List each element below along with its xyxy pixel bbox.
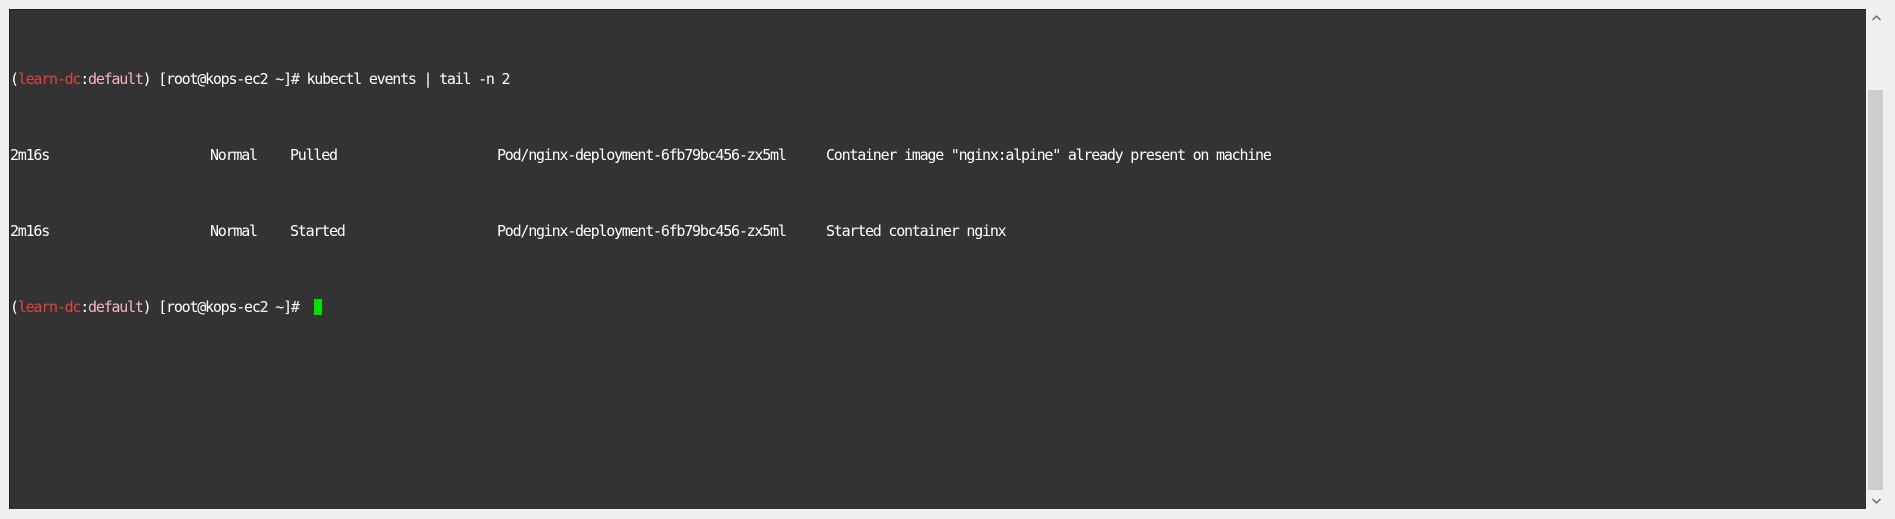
prompt-user-host: [root@kops-ec2 ~]# [150, 298, 307, 316]
event-reason: Pulled [290, 146, 338, 164]
event-object: Pod/nginx-deployment-6fb79bc456-zx5ml [497, 222, 787, 240]
terminal-window: (learn-dc:default) [root@kops-ec2 ~]# ku… [0, 0, 1895, 519]
event-message: Started container nginx [826, 222, 1007, 240]
prompt-separator: : [80, 298, 89, 316]
event-reason: Started [290, 222, 346, 240]
prompt-cluster: learn-dc [17, 298, 82, 316]
event-last-seen: 2m16s [10, 146, 50, 164]
event-row: 2m16s Normal Pulled Pod/nginx-deployment… [10, 146, 1866, 165]
prompt-namespace: default [88, 298, 144, 316]
event-type: Normal [210, 146, 258, 164]
vertical-scrollbar[interactable] [1867, 9, 1885, 509]
command-text: kubectl events | tail -n 2 [306, 70, 510, 88]
terminal-cursor [314, 299, 323, 315]
event-object: Pod/nginx-deployment-6fb79bc456-zx5ml [497, 146, 787, 164]
prompt-namespace: default [88, 70, 144, 88]
prompt-line: (learn-dc:default) [root@kops-ec2 ~]# [10, 298, 1866, 317]
chevron-down-icon[interactable] [1867, 492, 1885, 509]
terminal-area[interactable]: (learn-dc:default) [root@kops-ec2 ~]# ku… [9, 9, 1866, 509]
event-message: Container image "nginx:alpine" already p… [826, 146, 1272, 164]
event-last-seen: 2m16s [10, 222, 50, 240]
event-row: 2m16s Normal Started Pod/nginx-deploymen… [10, 222, 1866, 241]
scrollbar-thumb[interactable] [1868, 90, 1883, 490]
terminal-screen: (learn-dc:default) [root@kops-ec2 ~]# ku… [10, 13, 1866, 374]
prompt-open-paren: ( [10, 298, 19, 316]
command-line: (learn-dc:default) [root@kops-ec2 ~]# ku… [10, 70, 1866, 89]
prompt-separator: : [80, 70, 89, 88]
prompt-open-paren: ( [10, 70, 19, 88]
chevron-up-icon[interactable] [1867, 9, 1885, 26]
prompt-cluster: learn-dc [17, 70, 82, 88]
event-type: Normal [210, 222, 258, 240]
prompt-user-host: [root@kops-ec2 ~]# [150, 70, 307, 88]
